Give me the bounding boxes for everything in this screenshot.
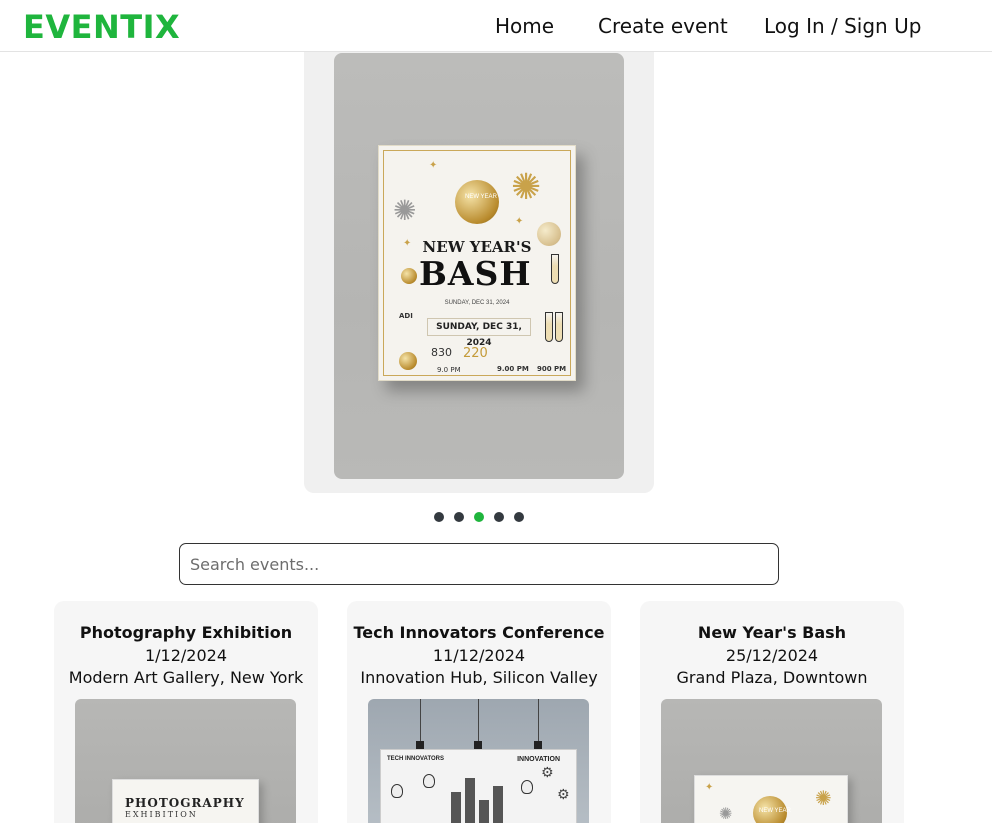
champagne-glass-icon	[551, 254, 559, 284]
building-icon	[493, 786, 503, 823]
poster-left-label: ADI	[399, 312, 413, 320]
balloon-text: NEW YEAR	[759, 808, 791, 814]
lightbulb-icon	[521, 780, 533, 794]
event-card-image[interactable]: NEW YEAR ✦ ✺ ✺	[661, 699, 882, 823]
poster-number-1: 830	[431, 346, 452, 359]
firework-icon: ✺	[511, 166, 542, 207]
carousel-dot-3-active[interactable]	[474, 512, 484, 522]
lightbulb-icon	[391, 784, 403, 798]
poster-time-2: 9.00 PM	[497, 365, 529, 373]
navbar: EVENTIX Home Create event Log In / Sign …	[0, 0, 992, 52]
event-card-location: Modern Art Gallery, New York	[68, 668, 304, 687]
photography-poster: PHOTOGRAPHY EXHIBITION	[112, 779, 259, 823]
hanging-wire	[420, 699, 421, 741]
poster-time-3: 900 PM	[537, 365, 567, 373]
gear-icon: ⚙	[557, 786, 570, 802]
event-card-photography-exhibition[interactable]: Photography Exhibition 1/12/2024 Modern …	[54, 601, 318, 823]
firework-icon: ✺	[719, 806, 733, 823]
poster-number-2: 220	[463, 346, 488, 361]
poster-heading-line2: BASH	[419, 254, 532, 293]
nav-login-signup-link[interactable]: Log In / Sign Up	[764, 14, 921, 38]
carousel-dot-4[interactable]	[494, 512, 504, 522]
logo[interactable]: EVENTIX	[23, 8, 180, 46]
poster-text-line1: PHOTOGRAPHY	[125, 796, 245, 810]
firework-icon: ✺	[393, 195, 417, 226]
building-icon	[451, 792, 461, 823]
balloon-text: NEW YEAR	[465, 194, 497, 200]
carousel-dot-1[interactable]	[434, 512, 444, 522]
champagne-glass-icon	[555, 312, 563, 342]
sparkle-icon: ✦	[429, 160, 438, 171]
carousel-dot-5[interactable]	[514, 512, 524, 522]
event-card-tech-innovators-conference[interactable]: Tech Innovators Conference 11/12/2024 In…	[347, 601, 611, 823]
new-years-bash-mini-poster: NEW YEAR ✦ ✺ ✺	[694, 775, 848, 823]
event-card-new-years-bash[interactable]: New Year's Bash 25/12/2024 Grand Plaza, …	[640, 601, 904, 823]
hanging-wire	[478, 699, 479, 741]
nav-create-event-link[interactable]: Create event	[598, 14, 728, 38]
gold-ornament	[401, 268, 417, 284]
building-icon	[479, 800, 489, 823]
tech-innovators-poster: TECH INNOVATORS INNOVATION ⚙ ⚙	[380, 749, 577, 823]
nav-home-link[interactable]: Home	[495, 14, 554, 38]
sparkle-icon: ✦	[515, 216, 524, 227]
event-card-title: Tech Innovators Conference	[353, 623, 605, 642]
poster-clip	[474, 741, 482, 749]
event-carousel[interactable]: NEW YEAR ✺ ✺ ✦ ✦ ✦ NEW YEAR'S BASH SUNDA…	[304, 40, 654, 493]
lightbulb-icon	[423, 774, 435, 788]
poster-text-line2: INNOVATION	[517, 756, 560, 763]
event-card-date: 1/12/2024	[144, 646, 228, 665]
search-events-input[interactable]	[179, 543, 779, 585]
poster-subline: SUNDAY, DEC 31, 2024	[444, 300, 510, 306]
poster-text-line1: TECH INNOVATORS	[387, 756, 445, 762]
poster-date-box: SUNDAY, DEC 31, 2024	[427, 318, 531, 348]
sparkle-icon: ✦	[705, 782, 714, 793]
poster-text-line2: EXHIBITION	[125, 810, 198, 819]
event-card-image[interactable]: PHOTOGRAPHY EXHIBITION	[75, 699, 296, 823]
event-card-title: New Year's Bash	[697, 623, 847, 642]
carousel-indicators	[434, 512, 524, 522]
poster-clip	[416, 741, 424, 749]
hanging-wire	[538, 699, 539, 741]
event-card-date: 11/12/2024	[432, 646, 526, 665]
event-card-location: Grand Plaza, Downtown	[676, 668, 868, 687]
event-card-location: Innovation Hub, Silicon Valley	[360, 668, 598, 687]
building-icon	[465, 778, 475, 823]
event-card-title: Photography Exhibition	[79, 623, 293, 642]
event-card-date: 25/12/2024	[725, 646, 819, 665]
event-card-image[interactable]: TECH INNOVATORS INNOVATION ⚙ ⚙	[368, 699, 589, 823]
firework-icon: ✺	[815, 788, 832, 810]
gear-icon: ⚙	[541, 764, 554, 780]
poster-time-1: 9.0 PM	[437, 366, 461, 374]
gold-ornament	[399, 352, 417, 370]
carousel-slide-image[interactable]: NEW YEAR ✺ ✺ ✦ ✦ ✦ NEW YEAR'S BASH SUNDA…	[334, 53, 624, 479]
poster-clip	[534, 741, 542, 749]
gold-balloon	[455, 180, 499, 224]
champagne-glass-icon	[545, 312, 553, 342]
new-years-bash-poster: NEW YEAR ✺ ✺ ✦ ✦ ✦ NEW YEAR'S BASH SUNDA…	[378, 145, 576, 381]
carousel-dot-2[interactable]	[454, 512, 464, 522]
